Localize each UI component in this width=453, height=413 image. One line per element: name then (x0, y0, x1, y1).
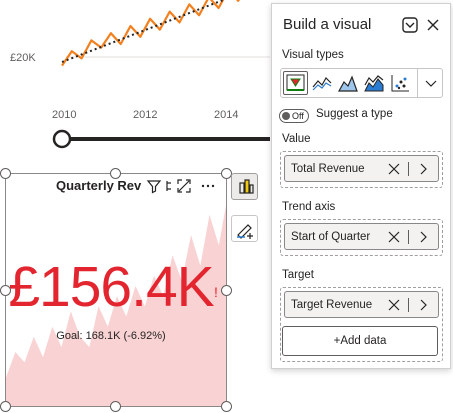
trend-line (61, 0, 227, 63)
add-data-button[interactable]: +Add data (282, 326, 438, 356)
target-field-chip[interactable]: Target Revenue (284, 291, 439, 318)
value-field-name: Total Revenue (291, 163, 365, 175)
divider (408, 298, 409, 312)
chevron-right-icon[interactable] (418, 163, 428, 175)
chevron-right-icon[interactable] (418, 231, 428, 243)
chevron-right-icon[interactable] (418, 299, 428, 311)
kpi-card[interactable]: Quarterly Rev £156.4K ! Goal: 168.1K (-6… (5, 173, 227, 407)
build-visual-icon (239, 179, 254, 194)
toggle-state: Off (292, 111, 304, 121)
area-chart-icon[interactable] (337, 73, 359, 93)
trend-axis-field-name: Start of Quarter (291, 231, 371, 243)
scatter-icon[interactable] (389, 73, 411, 93)
pane-title: Build a visual (283, 16, 372, 33)
divider (408, 162, 409, 176)
format-visual-button[interactable] (231, 215, 258, 242)
format-brush-icon (237, 224, 253, 239)
target-well-label: Target (282, 269, 314, 281)
kpi-status-indicator: ! (214, 284, 218, 300)
more-options-icon[interactable] (200, 178, 216, 194)
remove-field-icon[interactable] (388, 299, 400, 311)
remove-field-icon[interactable] (388, 231, 400, 243)
x-tick-label: 2014 (214, 109, 238, 121)
suggest-type-label: Suggest a type (316, 108, 393, 120)
collapse-pane-icon[interactable] (401, 16, 419, 34)
resize-handle[interactable] (0, 168, 11, 179)
filter-icon[interactable] (146, 178, 162, 194)
resize-handle[interactable] (110, 168, 121, 179)
kpi-value: £156.4K (8, 255, 214, 319)
line-chart-icon[interactable] (311, 73, 333, 93)
value-field-chip[interactable]: Total Revenue (284, 155, 439, 182)
resize-handle[interactable] (221, 285, 232, 296)
build-visual-button[interactable] (231, 173, 258, 200)
resize-handle[interactable] (0, 401, 11, 412)
resize-handle[interactable] (110, 401, 121, 412)
value-well-label: Value (282, 133, 311, 145)
trend-axis-field-chip[interactable]: Start of Quarter (284, 223, 439, 250)
visual-types-label: Visual types (282, 49, 344, 61)
target-field-name: Target Revenue (291, 299, 373, 311)
trend-axis-well[interactable]: Start of Quarter (280, 219, 443, 256)
kpi-goal: Goal: 168.1K (-6.92%) (56, 330, 166, 342)
date-slider-thumb[interactable] (52, 129, 72, 149)
resize-handle[interactable] (0, 285, 11, 296)
kpi-icon[interactable] (283, 71, 308, 95)
kpi-title: Quarterly Rev (56, 178, 142, 193)
y-tick-label: £20K (10, 52, 36, 64)
x-tick-label: 2010 (52, 109, 76, 121)
more-visuals-dropdown[interactable] (417, 69, 443, 97)
resize-handle[interactable] (221, 401, 232, 412)
divider (408, 230, 409, 244)
visual-types-gallery (280, 68, 443, 98)
toggle-knob (282, 112, 290, 120)
revenue-series-line (61, 0, 240, 67)
focus-mode-icon[interactable] (176, 178, 192, 194)
chevron-down-icon (425, 80, 437, 87)
x-tick-label: 2012 (133, 109, 157, 121)
stacked-area-icon[interactable] (363, 73, 385, 93)
value-well[interactable]: Total Revenue (280, 151, 443, 188)
close-icon[interactable] (425, 17, 441, 33)
remove-field-icon[interactable] (388, 163, 400, 175)
trend-axis-well-label: Trend axis (282, 201, 336, 213)
suggest-type-toggle[interactable]: Off (279, 109, 309, 123)
build-visual-pane: Build a visual Visual types Off Suggest … (271, 3, 451, 369)
